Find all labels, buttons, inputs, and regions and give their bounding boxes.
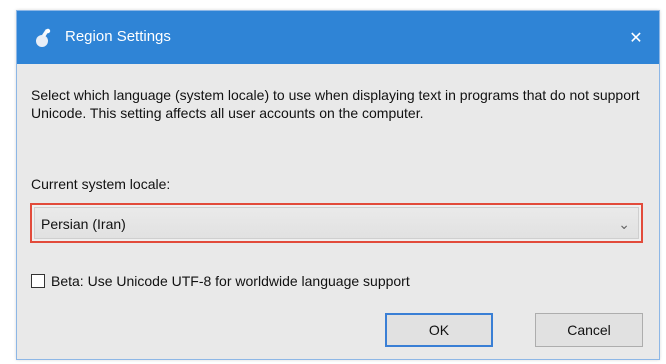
region-settings-dialog: Region Settings ✕ Select which language … <box>16 10 660 360</box>
locale-select-highlight: Persian (Iran) ⌄ <box>30 203 643 243</box>
title-bar[interactable]: Region Settings ✕ <box>17 11 659 64</box>
dialog-body: Select which language (system locale) to… <box>17 64 659 359</box>
system-locale-dropdown[interactable]: Persian (Iran) ⌄ <box>34 207 639 239</box>
chevron-down-icon: ⌄ <box>618 216 630 232</box>
cancel-button[interactable]: Cancel <box>535 313 643 347</box>
beta-utf8-checkbox[interactable] <box>31 274 45 288</box>
region-settings-icon <box>33 27 55 49</box>
current-locale-label: Current system locale: <box>31 176 171 192</box>
close-button[interactable]: ✕ <box>613 11 659 64</box>
ok-button[interactable]: OK <box>385 313 493 347</box>
description-text: Select which language (system locale) to… <box>31 87 640 121</box>
beta-utf8-option[interactable]: Beta: Use Unicode UTF-8 for worldwide la… <box>31 273 410 289</box>
close-icon: ✕ <box>629 29 643 47</box>
locale-selected-value: Persian (Iran) <box>41 216 126 232</box>
beta-utf8-label[interactable]: Beta: Use Unicode UTF-8 for worldwide la… <box>51 273 410 289</box>
window-title: Region Settings <box>65 28 171 45</box>
